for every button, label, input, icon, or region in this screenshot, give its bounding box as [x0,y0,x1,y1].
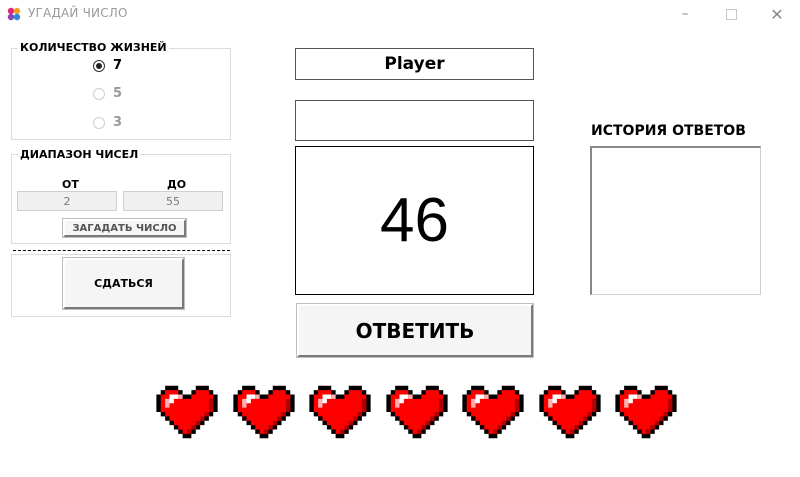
range-from-input[interactable]: 2 [17,191,117,211]
radio-button[interactable] [93,87,105,100]
minimize-icon: – [681,6,689,22]
guess-number: 46 [380,186,449,255]
to-label: ДО [167,178,187,191]
close-icon: ✕ [770,4,784,24]
answer-input[interactable] [295,100,534,141]
heart-icon [152,380,222,444]
radio-lives-3[interactable]: 3 [93,115,122,130]
app-icon [7,7,21,21]
answer-button-label: ОТВЕТИТЬ [355,318,475,343]
give-up-label: СДАТЬСЯ [94,277,153,290]
heart-icon [458,380,528,444]
radio-button[interactable] [93,59,105,72]
heart-icon [535,380,605,444]
close-button[interactable]: ✕ [754,0,800,28]
give-up-button[interactable]: СДАТЬСЯ [62,257,185,310]
heart-icon [305,380,375,444]
radio-lives-7[interactable]: 7 [93,58,122,73]
heart-icon [382,380,452,444]
from-label: ОТ [62,178,79,191]
maximize-button[interactable] [708,0,754,28]
lives-group-title: КОЛИЧЕСТВО ЖИЗНЕЙ [18,41,169,54]
range-group-title: ДИАПАЗОН ЧИСЕЛ [18,148,141,161]
lives-hearts [152,380,692,446]
player-name-display: Player [295,48,534,80]
window-title: УГАДАЙ ЧИСЛО [28,6,128,20]
radio-label: 5 [113,86,123,101]
title-bar: УГАДАЙ ЧИСЛО – ✕ [0,0,800,28]
generate-number-label: ЗАГАДАТЬ ЧИСЛО [72,222,177,234]
heart-icon [611,380,681,444]
radio-button[interactable] [93,116,105,129]
answer-button[interactable]: ОТВЕТИТЬ [296,303,534,358]
history-title: ИСТОРИЯ ОТВЕТОВ [591,123,746,139]
separator [13,250,230,251]
history-list[interactable] [590,146,761,295]
maximize-icon [725,8,737,20]
minimize-button[interactable]: – [662,0,708,28]
radio-label: 3 [113,115,123,130]
range-to-input[interactable]: 55 [123,191,223,211]
generate-number-button[interactable]: ЗАГАДАТЬ ЧИСЛО [62,218,187,238]
guess-display: 46 [295,146,534,295]
heart-icon [229,380,299,444]
player-name: Player [384,54,445,74]
radio-label: 7 [113,58,123,73]
radio-lives-5[interactable]: 5 [93,86,122,101]
